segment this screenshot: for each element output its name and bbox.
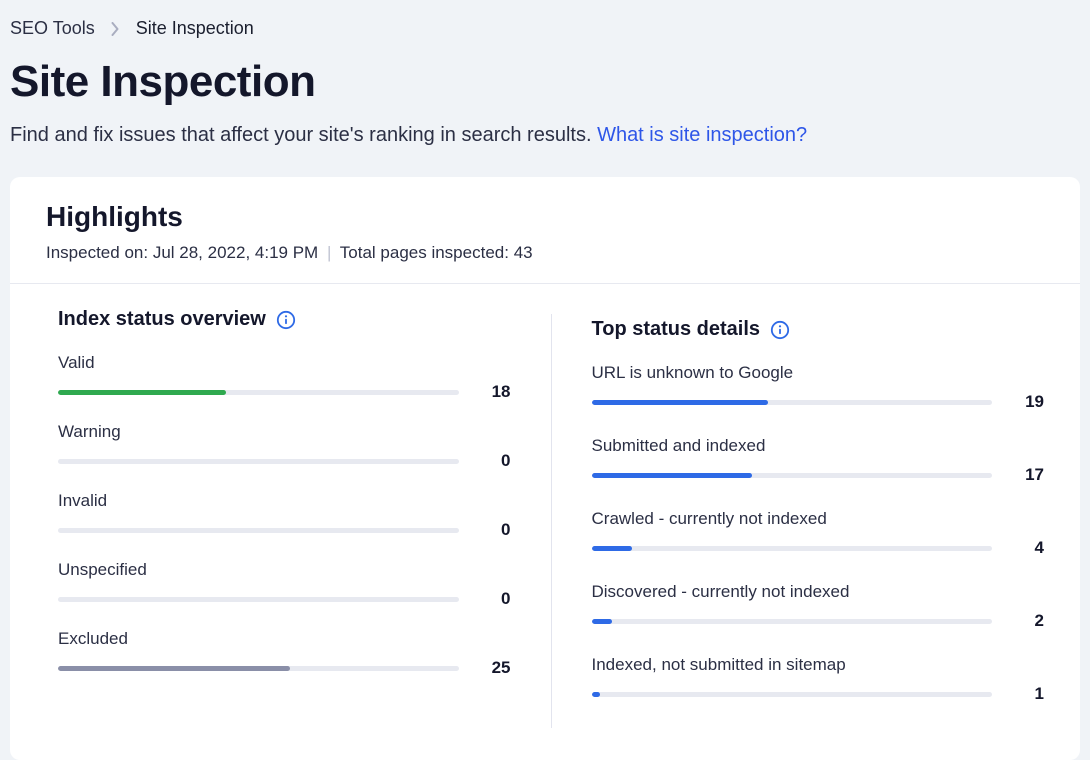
bar-value: 0	[485, 520, 511, 540]
bar-fill	[58, 666, 290, 671]
bar-track	[592, 692, 993, 697]
panel-divider	[551, 314, 552, 728]
bar-item: Valid 18	[58, 353, 511, 402]
bar-fill	[592, 619, 612, 624]
bar-track	[592, 473, 993, 478]
bar-row: 0	[58, 451, 511, 471]
bar-item: Unspecified 0	[58, 560, 511, 609]
bar-track	[58, 528, 459, 533]
highlights-card: Highlights Inspected on: Jul 28, 2022, 4…	[10, 177, 1080, 760]
bar-label: Valid	[58, 353, 511, 373]
bar-row: 17	[592, 465, 1045, 485]
bar-fill	[592, 546, 632, 551]
bar-value: 4	[1018, 538, 1044, 558]
subtitle-text: Find and fix issues that affect your sit…	[10, 124, 597, 146]
bar-track	[58, 390, 459, 395]
bar-value: 17	[1018, 465, 1044, 485]
page-title: Site Inspection	[10, 57, 1080, 107]
bar-value: 0	[485, 589, 511, 609]
highlights-header: Highlights Inspected on: Jul 28, 2022, 4…	[10, 177, 1080, 284]
index-overview-panel: Index status overview Valid18Warning0Inv…	[58, 308, 511, 728]
breadcrumb-current: Site Inspection	[136, 18, 254, 39]
top-status-bars: URL is unknown to Google 19 Submitted and …	[592, 363, 1045, 704]
bar-label: Excluded	[58, 629, 511, 649]
bar-item: Discovered - currently not indexed 2	[592, 582, 1045, 631]
bar-item: Excluded 25	[58, 629, 511, 678]
bar-label: URL is unknown to Google	[592, 363, 1045, 383]
bar-fill	[58, 390, 226, 395]
bar-item: Invalid 0	[58, 491, 511, 540]
bar-label: Warning	[58, 422, 511, 442]
highlights-meta: Inspected on: Jul 28, 2022, 4:19 PM | To…	[46, 243, 1044, 263]
bar-item: URL is unknown to Google 19	[592, 363, 1045, 412]
breadcrumb: SEO Tools Site Inspection	[10, 10, 1080, 39]
bar-value: 18	[485, 382, 511, 402]
inspected-on-value: Jul 28, 2022, 4:19 PM	[153, 243, 318, 262]
bar-label: Unspecified	[58, 560, 511, 580]
bar-row: 2	[592, 611, 1045, 631]
bar-label: Indexed, not submitted in sitemap	[592, 655, 1045, 675]
top-status-panel: Top status details URL is unknown to Goo…	[592, 308, 1045, 728]
bar-fill	[592, 473, 752, 478]
bar-track	[58, 597, 459, 602]
bar-value: 0	[485, 451, 511, 471]
bar-value: 19	[1018, 392, 1044, 412]
bar-row: 19	[592, 392, 1045, 412]
bar-fill	[592, 692, 600, 697]
inspected-on-label: Inspected on:	[46, 243, 153, 262]
bar-label: Invalid	[58, 491, 511, 511]
bar-item: Submitted and indexed 17	[592, 436, 1045, 485]
bar-row: 4	[592, 538, 1045, 558]
bar-row: 0	[58, 520, 511, 540]
total-pages-value: 43	[514, 243, 533, 262]
bar-label: Crawled - currently not indexed	[592, 509, 1045, 529]
help-link[interactable]: What is site inspection?	[597, 124, 807, 146]
index-overview-bars: Valid 18 Warning 0 Invalid 0 Unspecified 0 Exclu…	[58, 353, 511, 678]
bar-track	[592, 546, 993, 551]
bar-fill	[592, 400, 768, 405]
meta-separator: |	[327, 243, 331, 262]
highlights-title: Highlights	[46, 201, 1044, 233]
bar-item: Crawled - currently not indexed 4	[592, 509, 1045, 558]
bar-value: 1	[1018, 684, 1044, 704]
total-pages-label: Total pages inspected:	[340, 243, 514, 262]
bar-value: 25	[485, 658, 511, 678]
breadcrumb-root[interactable]: SEO Tools	[10, 18, 95, 39]
bar-item: Warning 0	[58, 422, 511, 471]
index-overview-title: Index status overview	[58, 308, 266, 331]
bar-label: Submitted and indexed	[592, 436, 1045, 456]
top-status-title: Top status details	[592, 318, 761, 341]
bar-row: 18	[58, 382, 511, 402]
bar-row: 25	[58, 658, 511, 678]
bar-row: 0	[58, 589, 511, 609]
bar-row: 1	[592, 684, 1045, 704]
bar-track	[58, 666, 459, 671]
bar-track	[58, 459, 459, 464]
page-subtitle: Find and fix issues that affect your sit…	[10, 121, 1080, 149]
bar-track	[592, 400, 993, 405]
info-icon[interactable]	[770, 320, 790, 340]
bar-item: Indexed, not submitted in sitemap 1	[592, 655, 1045, 704]
bar-label: Discovered - currently not indexed	[592, 582, 1045, 602]
info-icon[interactable]	[276, 310, 296, 330]
bar-value: 2	[1018, 611, 1044, 631]
chevron-right-icon	[111, 22, 120, 36]
bar-track	[592, 619, 993, 624]
